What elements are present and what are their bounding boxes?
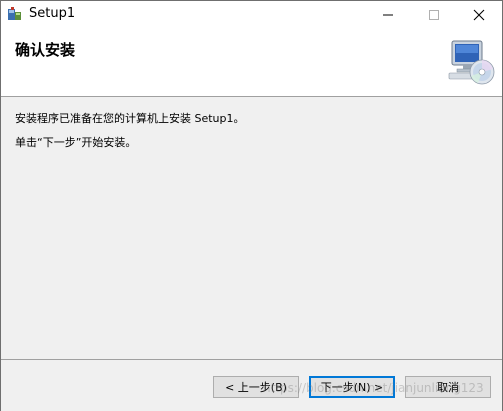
title-bar[interactable]: Setup1 [1, 1, 502, 29]
info-text-line-2: 单击“下一步”开始安装。 [15, 136, 137, 149]
close-icon [473, 9, 485, 21]
button-bar: < 上一步(B) 下一步(N) > 取消 [1, 359, 502, 411]
cancel-button[interactable]: 取消 [405, 376, 491, 398]
maximize-button[interactable] [411, 1, 457, 29]
computer-cd-icon [447, 38, 495, 86]
minimize-button[interactable] [365, 1, 411, 29]
header-banner: 确认安装 [1, 29, 502, 97]
next-button[interactable]: 下一步(N) > [309, 376, 395, 398]
setup-window: Setup1 确认安装 安装程序已准备在您的计算机上安装 Setup1。 单击“… [0, 0, 503, 411]
maximize-icon [429, 10, 439, 20]
window-title: Setup1 [29, 6, 76, 21]
info-text-line-1: 安装程序已准备在您的计算机上安装 Setup1。 [15, 112, 245, 125]
content-area: 安装程序已准备在您的计算机上安装 Setup1。 单击“下一步”开始安装。 [1, 97, 502, 359]
back-button[interactable]: < 上一步(B) [213, 376, 299, 398]
page-title: 确认安装 [15, 41, 76, 59]
setup-app-icon [7, 6, 23, 22]
close-button[interactable] [456, 1, 502, 29]
minimize-icon [383, 14, 393, 16]
